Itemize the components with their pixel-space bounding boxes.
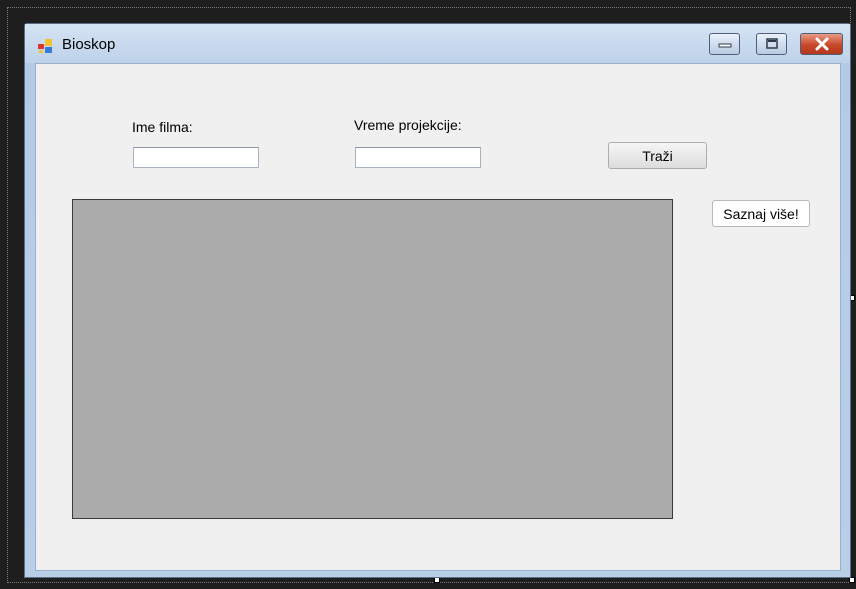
maximize-button[interactable] <box>756 33 787 55</box>
form-window: Bioskop Ime filma: Vreme projekcije: Tra… <box>24 23 851 578</box>
minimize-button[interactable] <box>709 33 740 55</box>
close-icon <box>815 37 828 51</box>
movie-name-label: Ime filma: <box>132 119 193 135</box>
close-button[interactable] <box>800 33 843 55</box>
showtime-label: Vreme projekcije: <box>354 117 462 133</box>
learn-more-button[interactable]: Saznaj više! <box>712 200 810 227</box>
minimize-icon <box>718 43 731 48</box>
title-bar[interactable]: Bioskop <box>25 24 850 63</box>
results-grid[interactable] <box>72 199 673 519</box>
window-title: Bioskop <box>62 36 116 53</box>
movie-name-input[interactable] <box>133 147 259 168</box>
form-icon <box>38 39 52 53</box>
form-client-area: Ime filma: Vreme projekcije: Traži Sazna… <box>35 63 841 571</box>
maximize-icon <box>765 38 778 49</box>
showtime-input[interactable] <box>355 147 481 168</box>
search-button[interactable]: Traži <box>608 142 707 169</box>
